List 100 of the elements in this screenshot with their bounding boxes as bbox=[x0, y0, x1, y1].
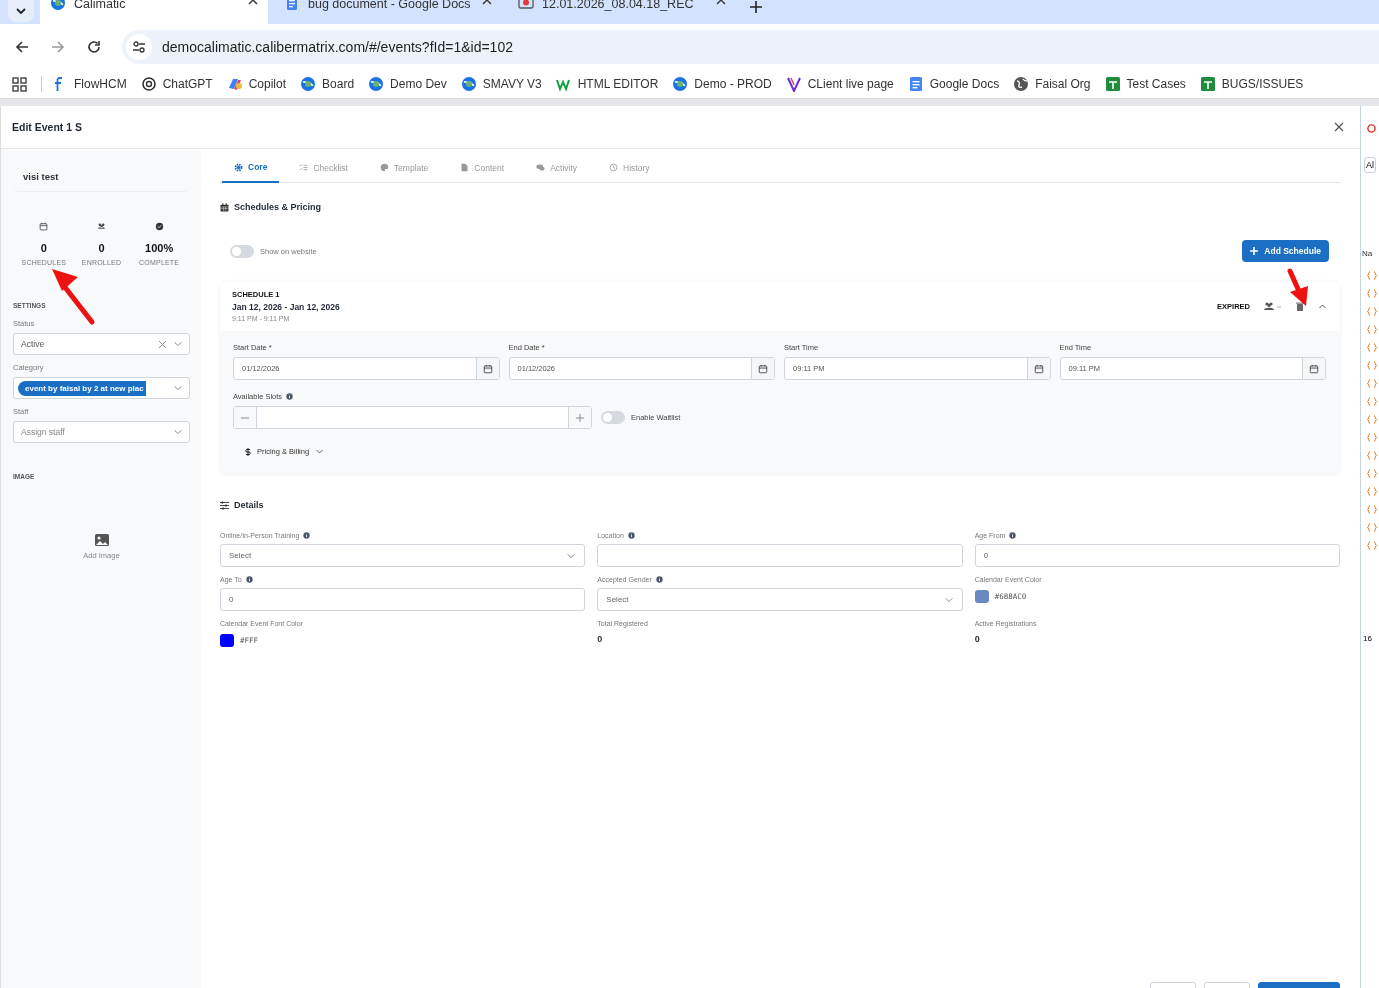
back-icon[interactable] bbox=[14, 39, 30, 55]
site-info-button[interactable] bbox=[126, 34, 152, 60]
braces-icon bbox=[1367, 415, 1377, 424]
toggle-switch[interactable] bbox=[230, 244, 254, 258]
color-swatch[interactable] bbox=[220, 633, 234, 647]
tab-search-button[interactable] bbox=[8, 0, 34, 22]
plus-icon bbox=[1250, 247, 1259, 255]
annotation-arrow bbox=[50, 266, 96, 326]
trash-icon[interactable] bbox=[1296, 301, 1304, 311]
sliders-icon bbox=[132, 40, 146, 54]
v-logo-icon[interactable] bbox=[785, 76, 802, 92]
select-field[interactable]: Select bbox=[597, 588, 963, 611]
schedule-dates: Jan 12, 2026 - Jan 12, 2026 bbox=[232, 302, 340, 312]
reload-icon[interactable] bbox=[86, 39, 102, 55]
select-field[interactable]: event by faisal by 2 at new plac bbox=[13, 377, 190, 399]
calendar-icon bbox=[1033, 363, 1044, 374]
braces-icon bbox=[1367, 451, 1377, 460]
toggle-switch[interactable] bbox=[601, 411, 625, 424]
check-circle-icon bbox=[154, 222, 164, 231]
braces-icon bbox=[1367, 397, 1377, 406]
bookmark-link[interactable]: HTML EDITOR bbox=[577, 77, 659, 91]
braces-icon bbox=[1367, 307, 1377, 316]
info-icon bbox=[286, 393, 294, 400]
bookmark-link[interactable]: Google Docs bbox=[929, 77, 1000, 91]
globe-icon[interactable] bbox=[672, 76, 689, 92]
select-field[interactable]: Active bbox=[13, 333, 190, 355]
calendar-icon bbox=[220, 202, 229, 212]
chevron-down-icon bbox=[315, 447, 325, 456]
people-icon[interactable] bbox=[1264, 302, 1282, 310]
color-swatch[interactable] bbox=[974, 589, 989, 603]
stat-value: 0 bbox=[597, 634, 604, 644]
add-schedule-button[interactable]: Add Schedule bbox=[1242, 240, 1329, 262]
image-icon bbox=[94, 534, 109, 546]
history-icon bbox=[609, 163, 619, 172]
globe-icon[interactable] bbox=[300, 76, 317, 92]
bookmark-link[interactable]: CLient live page bbox=[807, 77, 894, 91]
chevron-down-icon bbox=[173, 427, 183, 437]
dollar-icon bbox=[245, 447, 251, 456]
bookmark-link[interactable]: Board bbox=[322, 77, 355, 91]
braces-icon bbox=[1367, 433, 1377, 442]
bookmark-link[interactable]: SMAVY V3 bbox=[482, 77, 542, 91]
bookmark-link[interactable]: BUGS/ISSUES bbox=[1221, 77, 1304, 91]
calendar-button[interactable] bbox=[751, 358, 774, 379]
plus-icon[interactable] bbox=[750, 1, 762, 13]
bookmark-link[interactable]: FlowHCM bbox=[74, 77, 127, 91]
stat-value: 0 bbox=[98, 242, 105, 254]
address-field[interactable]: democalimatic.calibermatrix.com/#/events?fId=1&id=102 bbox=[162, 39, 513, 55]
braces-icon bbox=[1367, 541, 1377, 550]
bookmark-link[interactable]: Copilot bbox=[248, 77, 287, 91]
chevron-down-icon bbox=[173, 383, 183, 393]
clear-icon[interactable] bbox=[158, 339, 167, 349]
file-icon bbox=[460, 163, 470, 172]
document-icon[interactable] bbox=[907, 76, 924, 92]
braces-icon bbox=[1367, 505, 1377, 514]
modal-title: Edit Event 1 S bbox=[12, 121, 83, 133]
globe-icon[interactable] bbox=[1013, 76, 1030, 92]
bookmark-link[interactable]: Test Cases bbox=[1126, 77, 1186, 91]
event-name: visi test bbox=[23, 170, 59, 182]
apps-grid-icon[interactable] bbox=[12, 76, 27, 92]
calendar-button[interactable] bbox=[1026, 358, 1050, 379]
browser-tab[interactable]: 12.01.2026_08.04.18_REC bbox=[508, 0, 736, 24]
calendar-icon bbox=[39, 222, 49, 231]
calendar-icon bbox=[482, 363, 493, 374]
people-icon bbox=[97, 222, 106, 231]
globe-icon[interactable] bbox=[368, 76, 385, 92]
chat-bubbles-icon bbox=[536, 163, 546, 172]
input-field[interactable]: 0 bbox=[220, 588, 586, 611]
sliders-icon bbox=[220, 500, 229, 510]
filter-field[interactable]: Al bbox=[1364, 157, 1376, 173]
braces-icon bbox=[1367, 325, 1377, 334]
column-header: Na bbox=[1362, 249, 1373, 258]
braces-icon bbox=[1367, 469, 1377, 478]
stat-value: 0 bbox=[40, 242, 47, 254]
input-field[interactable]: 0 bbox=[974, 544, 1340, 567]
tab[interactable]: Core bbox=[222, 153, 280, 183]
section-title: Schedules & Pricing bbox=[234, 202, 322, 212]
braces-icon bbox=[1367, 361, 1377, 370]
braces-icon bbox=[1367, 289, 1377, 298]
braces-icon bbox=[1367, 523, 1377, 532]
record-icon bbox=[1367, 123, 1376, 133]
calendar-button[interactable] bbox=[1302, 358, 1325, 379]
bookmark-link[interactable]: Demo - PROD bbox=[694, 77, 772, 91]
checklist-icon bbox=[299, 163, 309, 172]
bookmark-link[interactable]: Demo Dev bbox=[390, 77, 447, 91]
forward-icon[interactable] bbox=[50, 39, 66, 55]
palette-icon bbox=[379, 163, 389, 172]
select-field[interactable]: Select bbox=[220, 544, 586, 567]
calendar-button[interactable] bbox=[475, 358, 499, 379]
input-field[interactable] bbox=[597, 544, 963, 567]
select-field[interactable]: Assign staff bbox=[13, 421, 190, 443]
bookmark-link[interactable]: Faisal Org bbox=[1035, 77, 1091, 91]
close-icon[interactable] bbox=[1334, 122, 1344, 132]
spreadsheet-icon[interactable] bbox=[1104, 76, 1121, 92]
braces-icon bbox=[1367, 343, 1377, 352]
swirl-icon[interactable] bbox=[226, 76, 243, 92]
chevron-down-icon bbox=[173, 339, 183, 349]
globe-icon[interactable] bbox=[460, 76, 477, 92]
bookmark-link[interactable]: ChatGPT bbox=[162, 77, 213, 91]
braces-icon bbox=[1367, 379, 1377, 388]
spreadsheet-icon[interactable] bbox=[1199, 76, 1216, 92]
